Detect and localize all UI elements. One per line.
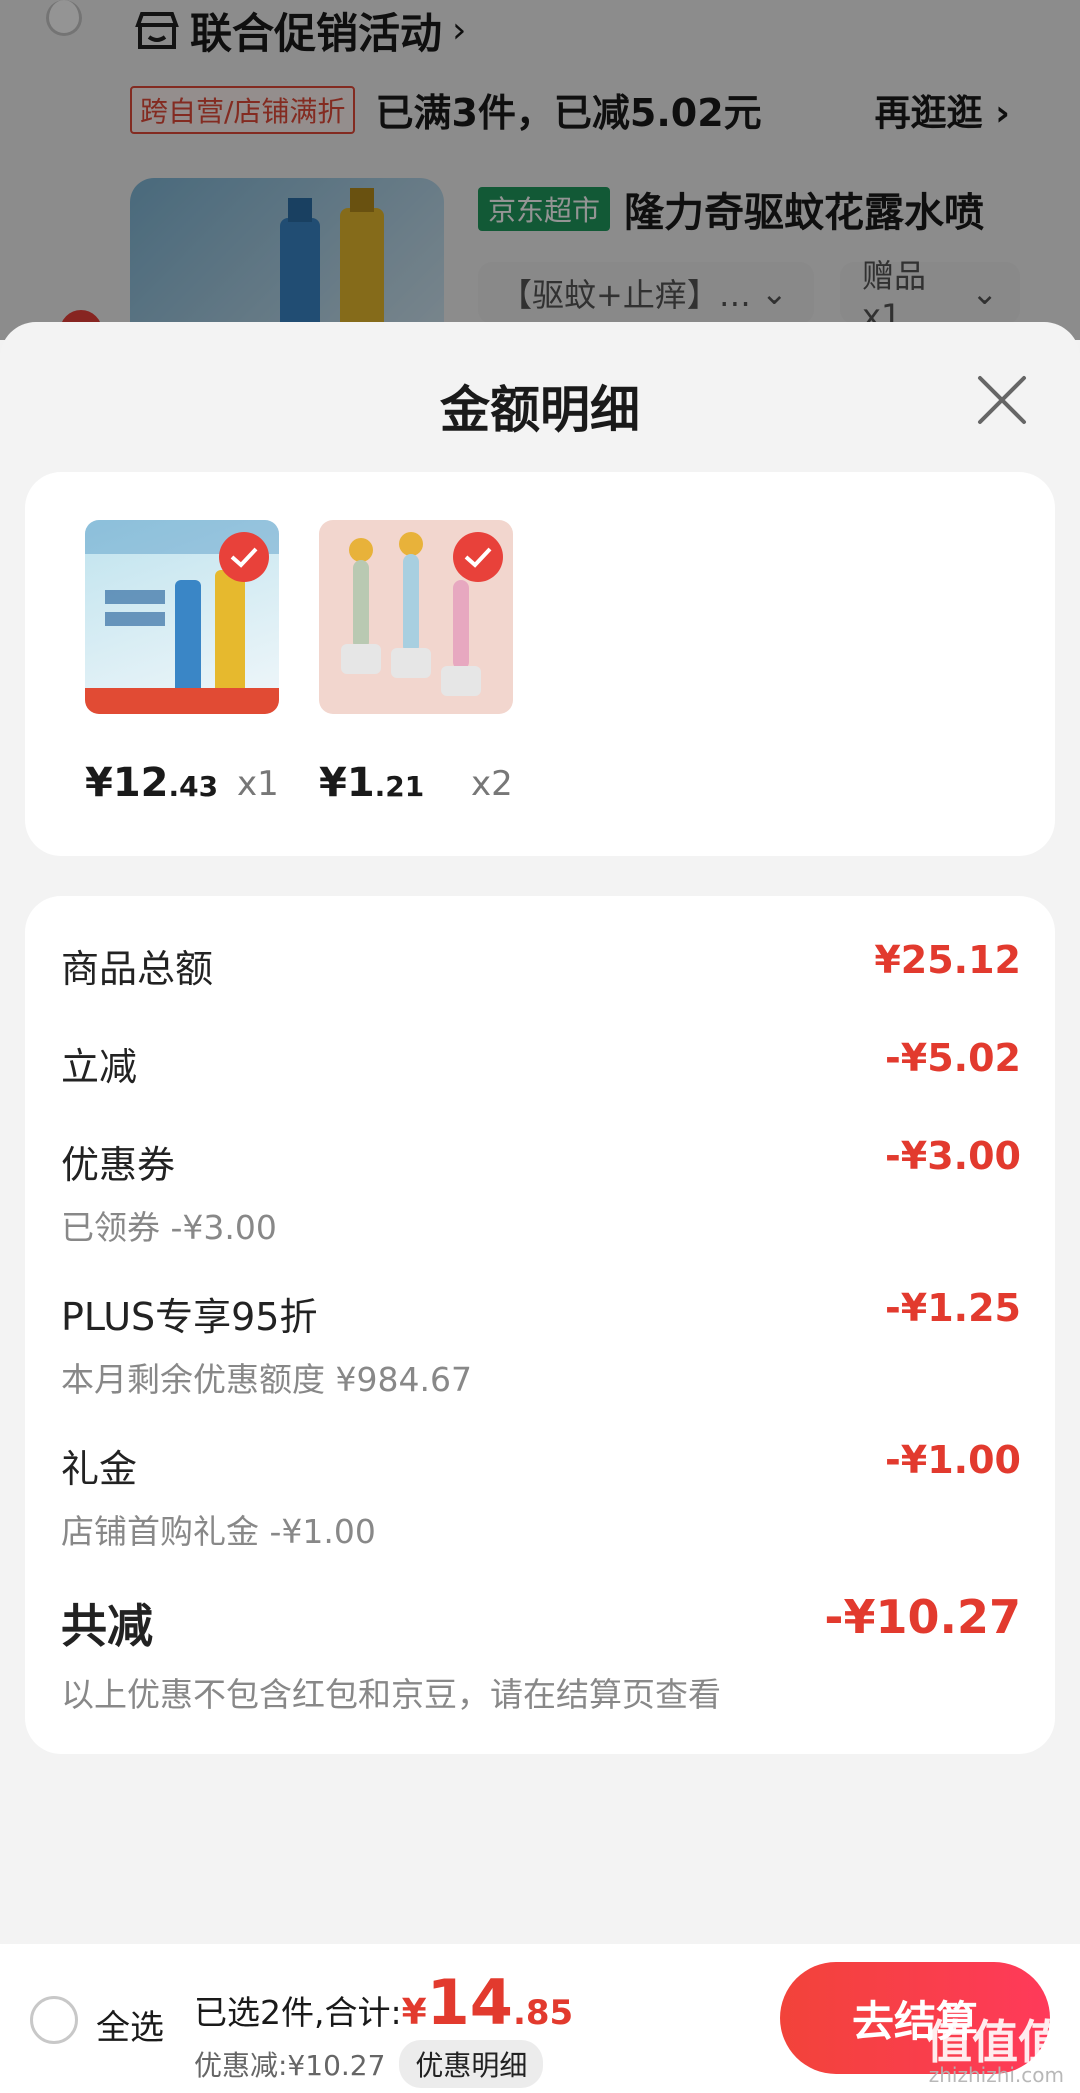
goods-thumb-1[interactable] xyxy=(85,520,279,714)
row-amount: -¥5.02 xyxy=(885,1036,1021,1080)
select-all-radio[interactable] xyxy=(30,1996,78,2044)
total-dec: .85 xyxy=(512,1993,574,2033)
row-label: PLUS专享95折 xyxy=(61,1295,318,1339)
close-icon[interactable] xyxy=(974,372,1030,428)
goods-price-1: ¥12.43 xyxy=(85,760,219,806)
row-amount: ¥25.12 xyxy=(874,938,1021,982)
check-icon xyxy=(453,532,503,582)
sheet-title: 金额明细 xyxy=(440,381,640,439)
row-gift-money: 礼金 -¥1.00 店铺首购礼金 -¥1.00 xyxy=(61,1438,1021,1553)
total-yen: ¥ xyxy=(401,1992,427,2033)
discount-summary: 优惠减:¥10.27 优惠明细 xyxy=(194,2040,544,2088)
discount-detail-button[interactable]: 优惠明细 xyxy=(399,2040,544,2088)
goods-card: ¥12.43 x1 ¥1.21 x2 xyxy=(25,472,1055,856)
row-goods-total: 商品总额 ¥25.12 xyxy=(61,938,1021,993)
goods-thumb-2[interactable] xyxy=(319,520,513,714)
select-all-label[interactable]: 全选 xyxy=(96,2000,164,2049)
dim-overlay[interactable] xyxy=(0,0,1080,340)
total-note: 以上优惠不包含红包和京豆，请在结算页查看 xyxy=(61,1675,721,1714)
check-icon xyxy=(219,532,269,582)
watermark-sub: zhizhizhi.com xyxy=(928,2063,1064,2087)
goods-price-2: ¥1.21 xyxy=(319,760,425,806)
row-plus-discount: PLUS专享95折 -¥1.25 本月剩余优惠额度 ¥984.67 xyxy=(61,1286,1021,1401)
row-instant-discount: 立减 -¥5.02 xyxy=(61,1036,1021,1091)
total-amount: -¥10.27 xyxy=(824,1590,1021,1644)
goods-qty-2: x2 xyxy=(471,764,513,804)
row-sub: 本月剩余优惠额度 ¥984.67 xyxy=(61,1360,472,1399)
row-label: 立减 xyxy=(61,1045,138,1089)
total-summary: 已选2件,合计: ¥ 14 .85 xyxy=(194,1966,573,2039)
row-label: 优惠券 xyxy=(61,1143,176,1187)
row-amount: -¥1.00 xyxy=(885,1438,1021,1482)
summary-prefix: 已选2件,合计: xyxy=(194,1993,402,2032)
amount-detail-sheet: 金额明细 ¥12.43 x1 ¥1.21 x2 商品总额 ¥25.12 立减 -… xyxy=(0,322,1080,2093)
amount-details-card: 商品总额 ¥25.12 立减 -¥5.02 优惠券 -¥3.00 已领券 -¥3… xyxy=(25,896,1055,1754)
total-int: 14 xyxy=(426,1966,513,2039)
row-coupon: 优惠券 -¥3.00 已领券 -¥3.00 xyxy=(61,1134,1021,1249)
discount-text: 优惠减:¥10.27 xyxy=(194,2049,386,2082)
row-amount: -¥1.25 xyxy=(885,1286,1021,1330)
row-total-discount: 共减 -¥10.27 以上优惠不包含红包和京豆，请在结算页查看 xyxy=(61,1590,1021,1716)
row-amount: -¥3.00 xyxy=(885,1134,1021,1178)
row-label: 礼金 xyxy=(61,1447,138,1491)
watermark: 值值值 zhizhizhi.com xyxy=(926,2019,1064,2085)
checkout-bar: 全选 已选2件,合计: ¥ 14 .85 优惠减:¥10.27 优惠明细 去结算… xyxy=(0,1944,1080,2093)
row-sub: 已领券 -¥3.00 xyxy=(61,1208,277,1247)
row-sub: 店铺首购礼金 -¥1.00 xyxy=(61,1512,376,1551)
goods-qty-1: x1 xyxy=(237,764,279,804)
watermark-main: 值值值 xyxy=(926,2015,1064,2069)
